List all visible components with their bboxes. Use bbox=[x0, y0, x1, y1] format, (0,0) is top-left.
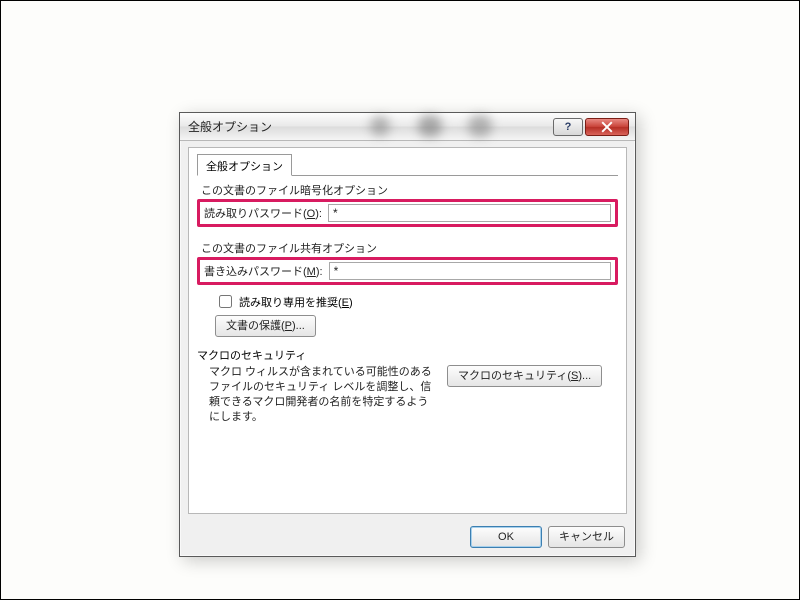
dialog-title: 全般オプション bbox=[188, 118, 553, 135]
read-password-label: 読み取りパスワード(O): bbox=[204, 205, 322, 221]
window-buttons bbox=[553, 118, 629, 136]
read-password-row: 読み取りパスワード(O): bbox=[204, 204, 611, 222]
readonly-recommend-label: 読み取り専用を推奨(E) bbox=[239, 294, 353, 310]
readonly-recommend-checkbox[interactable] bbox=[219, 295, 232, 308]
general-options-dialog: 全般オプション 全般オプション この文書のファイル暗号化オプション bbox=[179, 112, 636, 557]
macro-security-button[interactable]: マクロのセキュリティ(S)... bbox=[447, 365, 602, 387]
titlebar[interactable]: 全般オプション bbox=[180, 113, 635, 141]
protect-document-button[interactable]: 文書の保護(P)... bbox=[215, 315, 316, 337]
encryption-group: この文書のファイル暗号化オプション 読み取りパスワード(O): bbox=[197, 178, 618, 228]
write-password-row: 書き込みパスワード(M): bbox=[204, 262, 611, 280]
macro-row: マクロ ウィルスが含まれている可能性のあるファイルのセキュリティ レベルを調整し… bbox=[197, 365, 618, 424]
write-password-input[interactable] bbox=[329, 262, 611, 280]
sharing-group-label: この文書のファイル共有オプション bbox=[199, 240, 379, 256]
macro-section-label: マクロのセキュリティ bbox=[197, 347, 618, 363]
close-button[interactable] bbox=[585, 118, 629, 136]
write-password-label: 書き込みパスワード(M): bbox=[204, 263, 323, 279]
read-password-input[interactable] bbox=[328, 204, 611, 222]
sharing-highlight: 書き込みパスワード(M): bbox=[197, 257, 618, 285]
dialog-footer: OK キャンセル bbox=[180, 518, 635, 556]
readonly-recommend-row[interactable]: 読み取り専用を推奨(E) bbox=[215, 292, 618, 311]
sharing-group: この文書のファイル共有オプション 書き込みパスワード(M): bbox=[197, 232, 618, 286]
macro-description: マクロ ウィルスが含まれている可能性のあるファイルのセキュリティ レベルを調整し… bbox=[209, 365, 439, 424]
ok-button[interactable]: OK bbox=[470, 526, 542, 548]
help-button[interactable] bbox=[553, 118, 583, 136]
tabstrip: 全般オプション bbox=[197, 154, 618, 176]
encryption-group-label: この文書のファイル暗号化オプション bbox=[199, 182, 390, 198]
tab-general-options[interactable]: 全般オプション bbox=[197, 154, 292, 176]
cancel-button[interactable]: キャンセル bbox=[548, 526, 625, 548]
dialog-body: 全般オプション この文書のファイル暗号化オプション 読み取りパスワード(O): … bbox=[188, 147, 627, 514]
close-icon bbox=[601, 121, 613, 133]
encryption-highlight: 読み取りパスワード(O): bbox=[197, 199, 618, 227]
